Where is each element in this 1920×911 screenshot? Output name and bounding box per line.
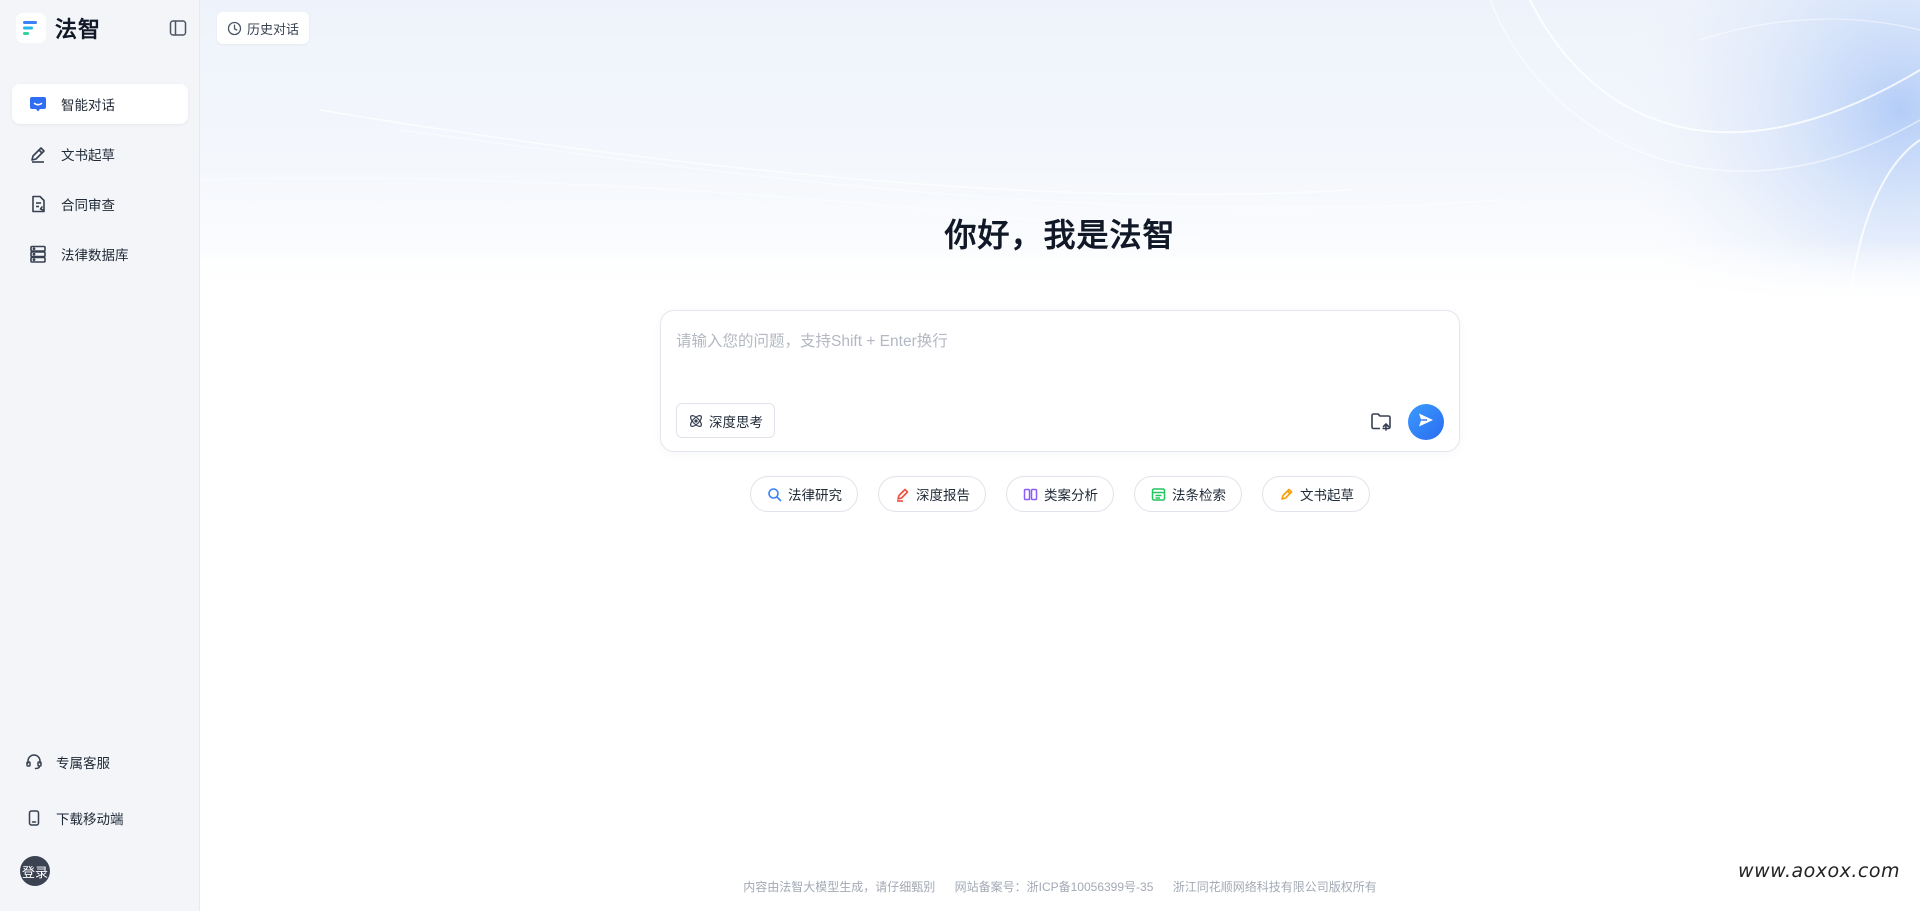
- chat-composer: 深度思考: [660, 310, 1460, 452]
- footer-icp[interactable]: 网站备案号：浙ICP备10056399号-35: [955, 880, 1154, 894]
- atom-icon: [688, 413, 704, 429]
- search-icon: [766, 486, 782, 502]
- edit-icon: [1278, 486, 1294, 502]
- page-title: 你好，我是法智: [944, 217, 1176, 253]
- chip-label: 深度报告: [916, 488, 970, 503]
- brand-name: 法智: [55, 17, 102, 42]
- upload-folder-icon[interactable]: [1367, 407, 1395, 435]
- chip-label: 法条检索: [1172, 488, 1226, 503]
- chat-bubble-icon: [27, 93, 49, 115]
- sidebar-item-label: 合同审查: [61, 198, 115, 213]
- sidebar: 法智 智能对话 文书起草 合同审查 法律数据库 专属客服 下载移动端 登录: [0, 0, 200, 911]
- quick-actions: 法律研究 深度报告 类案分析 法条检索 文书起草: [200, 476, 1920, 512]
- sidebar-bottom: 专属客服 下载移动端: [12, 742, 188, 854]
- send-icon: [1417, 411, 1435, 434]
- sidebar-nav: 智能对话 文书起草 合同审查 法律数据库: [12, 84, 188, 284]
- sidebar-item-label: 文书起草: [61, 148, 115, 163]
- database-icon: [27, 243, 49, 265]
- question-input[interactable]: [676, 329, 1436, 379]
- document-check-icon: [27, 193, 49, 215]
- chip-deep-report[interactable]: 深度报告: [878, 476, 986, 512]
- footer: 内容由法智大模型生成，请仔细甄别 网站备案号：浙ICP备10056399号-35…: [200, 878, 1920, 895]
- headset-icon: [24, 752, 44, 772]
- sidebar-item-document-drafting[interactable]: 文书起草: [12, 134, 188, 174]
- send-button[interactable]: [1408, 404, 1444, 440]
- download-mobile-link[interactable]: 下载移动端: [12, 798, 188, 838]
- chip-document-drafting[interactable]: 文书起草: [1262, 476, 1370, 512]
- pencil-report-icon: [894, 486, 910, 502]
- chip-case-analysis[interactable]: 类案分析: [1006, 476, 1114, 512]
- chip-legal-research[interactable]: 法律研究: [750, 476, 858, 512]
- book-icon: [1022, 486, 1038, 502]
- customer-service-label: 专属客服: [56, 756, 110, 771]
- sidebar-item-contract-review[interactable]: 合同审查: [12, 184, 188, 224]
- sidebar-item-label: 智能对话: [61, 98, 115, 113]
- history-button[interactable]: 历史对话: [217, 12, 310, 44]
- watermark-text: www.aoxox.com: [1738, 860, 1900, 882]
- footer-disclaimer: 内容由法智大模型生成，请仔细甄别: [743, 880, 936, 894]
- login-avatar[interactable]: 登录: [20, 856, 50, 886]
- sidebar-item-label: 法律数据库: [61, 248, 129, 263]
- clock-icon: [227, 21, 242, 36]
- sidebar-toggle-icon[interactable]: [168, 18, 188, 38]
- brand[interactable]: 法智: [16, 12, 101, 44]
- list-table-icon: [1150, 486, 1166, 502]
- chip-label: 法律研究: [788, 488, 842, 503]
- phone-icon: [24, 808, 44, 828]
- chip-label: 文书起草: [1300, 488, 1354, 503]
- footer-copyright: 浙江同花顺网络科技有限公司版权所有: [1172, 880, 1377, 894]
- deep-think-label: 深度思考: [709, 414, 763, 430]
- pen-icon: [27, 143, 49, 165]
- logo-icon: [16, 13, 46, 43]
- deep-think-toggle[interactable]: 深度思考: [676, 403, 775, 438]
- chip-label: 类案分析: [1044, 488, 1098, 503]
- main-area: 历史对话 你好，我是法智 深度思考: [200, 0, 1920, 911]
- sidebar-item-smart-chat[interactable]: 智能对话: [12, 84, 188, 124]
- download-mobile-label: 下载移动端: [56, 812, 124, 827]
- chip-statute-search[interactable]: 法条检索: [1134, 476, 1242, 512]
- app-root: 法智 智能对话 文书起草 合同审查 法律数据库 专属客服 下载移动端 登录 历史…: [0, 0, 1920, 911]
- customer-service-link[interactable]: 专属客服: [12, 742, 188, 782]
- history-label: 历史对话: [247, 21, 300, 37]
- sidebar-item-law-database[interactable]: 法律数据库: [12, 234, 188, 274]
